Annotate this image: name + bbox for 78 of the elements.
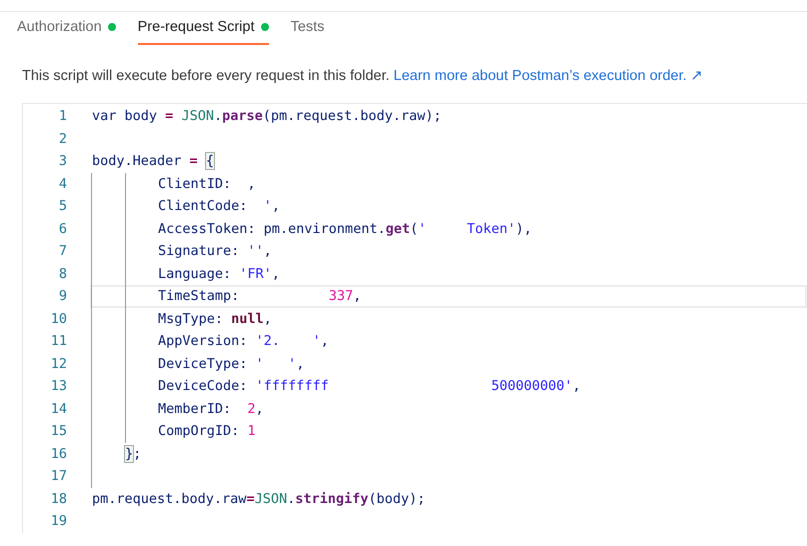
- code-token: .: [287, 490, 296, 507]
- code-token: pm.request.body.raw: [92, 490, 246, 507]
- tab[interactable]: Tests: [290, 17, 324, 45]
- line-number: 12: [50, 356, 67, 372]
- code-token: AccessToken: pm.environment.: [158, 220, 386, 237]
- code-token: (pm.request.body.raw);: [262, 108, 442, 124]
- code-token: 2: [247, 400, 256, 417]
- code-token: ' Token': [418, 220, 516, 237]
- line-number: 2: [58, 130, 67, 147]
- code-token: JSON: [180, 108, 214, 124]
- code-token: =: [246, 490, 255, 507]
- code-token: 'FR': [239, 266, 272, 282]
- code-token: 'ffffffff 500000000': [256, 378, 573, 394]
- tab[interactable]: Authorization: [17, 17, 116, 45]
- code-token: null: [231, 310, 264, 327]
- code-token: '': [247, 243, 264, 260]
- line-number: 13: [50, 378, 67, 394]
- code-token: DeviceType:: [158, 356, 248, 372]
- code-token: CompOrgID:: [158, 423, 240, 440]
- description-text: This script will execute before every request in this folder.: [22, 68, 390, 84]
- line-number: 3: [58, 153, 67, 170]
- code-token: (: [410, 220, 418, 237]
- code-token: get: [386, 220, 410, 237]
- line-number: 19: [50, 513, 67, 530]
- bracket: }: [125, 446, 134, 462]
- code-token: var: [92, 108, 116, 124]
- line-number: 7: [58, 243, 67, 260]
- code-token: ;: [133, 446, 142, 462]
- code-token: ,: [272, 198, 280, 214]
- code-token: MsgType:: [158, 310, 224, 327]
- code-token: 337: [328, 288, 354, 304]
- code-token: (body);: [368, 490, 426, 507]
- line-number: 10: [50, 310, 67, 327]
- line-number: 1: [58, 108, 67, 124]
- code-token: parse: [222, 108, 263, 124]
- line-number: 11: [50, 333, 67, 350]
- code-token: body.Header: [92, 153, 182, 170]
- line-number: 17: [50, 468, 67, 484]
- code-token: ' ': [256, 356, 296, 372]
- code-token: ),: [516, 220, 532, 237]
- code-token: ,: [296, 356, 304, 372]
- code-token: ClientCode:: [158, 198, 248, 214]
- code-token: .: [214, 108, 222, 124]
- code-token: ,: [256, 400, 264, 417]
- line-number: 4: [58, 176, 67, 192]
- code-token: ': [264, 198, 272, 214]
- code-token: Language:: [158, 266, 232, 282]
- code-token: ,: [353, 288, 362, 304]
- code-token: AppVersion:: [158, 333, 248, 350]
- code-token: JSON: [254, 490, 288, 507]
- code-token: ,: [572, 378, 581, 394]
- code-token: Signature:: [158, 243, 240, 260]
- code-token: ,: [320, 333, 329, 350]
- line-number: 15: [50, 423, 67, 440]
- line-number: 6: [58, 220, 67, 237]
- line-number: 16: [50, 446, 67, 462]
- code-token: stringify: [295, 490, 368, 507]
- code-token: ,: [272, 266, 280, 282]
- code-editor[interactable]: [22, 103, 807, 532]
- line-number: 9: [58, 288, 67, 304]
- line-number: 18: [50, 490, 67, 507]
- tab[interactable]: Pre-request Script: [138, 17, 268, 45]
- code-token: MemberID:: [158, 400, 232, 417]
- code-token: ,: [264, 310, 272, 327]
- code-token: =: [190, 153, 199, 170]
- code-token: DeviceCode:: [158, 378, 248, 394]
- code-token: ClientID: ,: [158, 176, 256, 192]
- learn-more-link[interactable]: Learn more about Postman’s execution order. ↗: [394, 68, 704, 84]
- code-token: TimeStamp:: [158, 288, 240, 304]
- code-token: ,: [264, 243, 272, 260]
- code-token: body: [124, 108, 158, 124]
- code-token: '2. ': [256, 333, 321, 350]
- code-token: =: [165, 108, 174, 124]
- line-number: 14: [50, 400, 67, 417]
- line-number: 8: [58, 266, 67, 282]
- code-token: 1: [247, 423, 256, 440]
- bracket: {: [206, 153, 214, 170]
- line-number: 5: [58, 198, 67, 214]
